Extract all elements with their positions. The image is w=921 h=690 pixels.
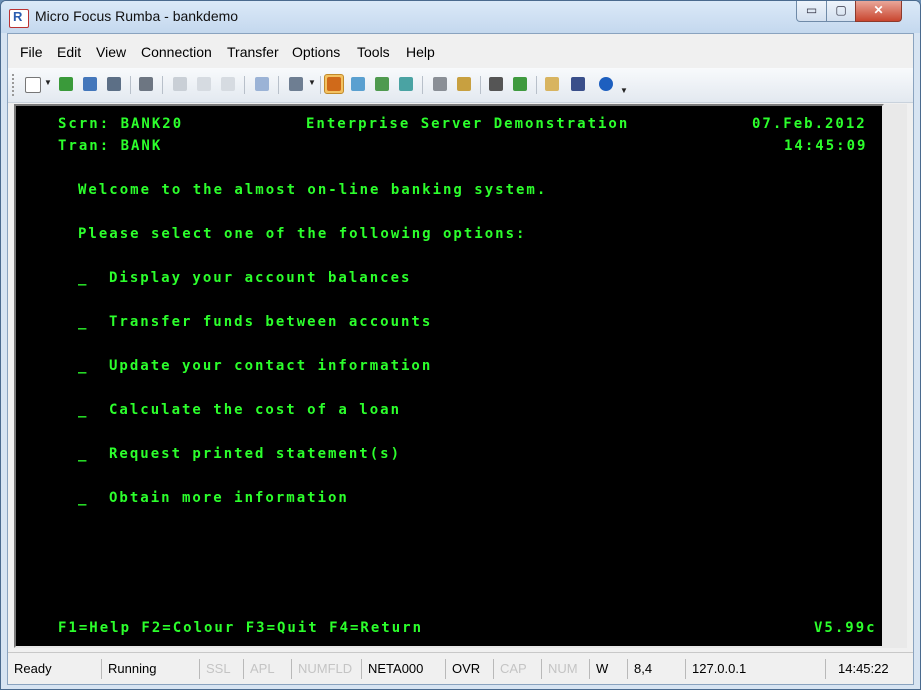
- screen-time: 14:45:09: [784, 138, 868, 154]
- option-label: Transfer funds between accounts: [109, 314, 433, 330]
- save-icon[interactable]: [104, 74, 124, 94]
- close-button[interactable]: ✕: [855, 1, 902, 22]
- print-icon[interactable]: [136, 74, 156, 94]
- status-cursor-position: 8,4: [628, 659, 686, 679]
- menu-transfer[interactable]: Transfer: [227, 44, 279, 60]
- toolbar-separator: [130, 76, 131, 94]
- option-label: Calculate the cost of a loan: [109, 402, 402, 418]
- window-title: Micro Focus Rumba - bankdemo: [35, 8, 239, 24]
- rumba-app-icon[interactable]: [9, 9, 29, 28]
- paste-icon[interactable]: [218, 74, 238, 94]
- edit-icon[interactable]: [542, 74, 562, 94]
- toolbar-separator: [422, 76, 423, 94]
- status-host: 127.0.0.1: [686, 659, 826, 679]
- welcome-text: Welcome to the almost on-line banking sy…: [78, 182, 548, 198]
- status-overtype: OVR: [446, 659, 494, 679]
- status-ssl: SSL: [200, 659, 244, 679]
- option-input-field[interactable]: _: [78, 269, 88, 287]
- status-numfld: NUMFLD: [292, 659, 362, 679]
- minimize-button[interactable]: ▭: [796, 1, 827, 22]
- toolbar-overflow-icon[interactable]: ▼: [620, 86, 628, 95]
- help-icon[interactable]: [596, 74, 616, 94]
- menu-file[interactable]: File: [20, 44, 43, 60]
- status-ready: Ready: [8, 659, 102, 679]
- status-caps: CAP: [494, 659, 542, 679]
- new-dropdown-icon[interactable]: ▼: [44, 78, 52, 87]
- status-running: Running: [102, 659, 200, 679]
- settings-icon[interactable]: [430, 74, 450, 94]
- option-label: Obtain more information: [109, 490, 349, 506]
- menu-options[interactable]: Options: [292, 44, 340, 60]
- app-window: Micro Focus Rumba - bankdemo ▭ ▢ ✕ File …: [0, 0, 921, 690]
- hotspots-icon[interactable]: [568, 74, 588, 94]
- option-input-field[interactable]: _: [78, 357, 88, 375]
- undo-icon[interactable]: [252, 74, 272, 94]
- copy-icon[interactable]: [194, 74, 214, 94]
- menu-tools[interactable]: Tools: [357, 44, 390, 60]
- receive-file-icon[interactable]: [372, 74, 392, 94]
- title-bar[interactable]: Micro Focus Rumba - bankdemo ▭ ▢ ✕: [1, 1, 920, 33]
- cut-icon[interactable]: [170, 74, 190, 94]
- layout-icon[interactable]: [286, 74, 306, 94]
- status-apl: APL: [244, 659, 292, 679]
- play-icon[interactable]: [510, 74, 530, 94]
- option-input-field[interactable]: _: [78, 445, 88, 463]
- toolbar-separator: [244, 76, 245, 94]
- client-area: File Edit View Connection Transfer Optio…: [7, 33, 914, 685]
- status-num: NUM: [542, 659, 590, 679]
- macro-icon[interactable]: [454, 74, 474, 94]
- toolbar-separator: [320, 76, 321, 94]
- option-input-field[interactable]: _: [78, 401, 88, 419]
- record-icon[interactable]: [486, 74, 506, 94]
- status-w: W: [590, 659, 628, 679]
- transaction-id: Tran: BANK: [58, 138, 163, 154]
- status-lu-name: NETA000: [362, 659, 446, 679]
- select-prompt: Please select one of the following optio…: [78, 226, 527, 242]
- toolbar-separator: [536, 76, 537, 94]
- screen-date: 07.Feb.2012: [752, 116, 867, 132]
- new-session-icon[interactable]: [22, 74, 42, 94]
- toolbar-separator: [162, 76, 163, 94]
- status-clock: 14:45:22: [838, 661, 889, 676]
- terminal-screen[interactable]: Scrn: BANK20 Enterprise Server Demonstra…: [14, 104, 884, 648]
- toolbar-grip[interactable]: [12, 74, 17, 96]
- toolbar: ▼ ▼ ▼: [8, 68, 913, 103]
- status-bar: Ready Running SSL APL NUMFLD NETA000 OVR…: [8, 652, 913, 683]
- toolbar-separator: [480, 76, 481, 94]
- open-icon[interactable]: [56, 74, 76, 94]
- menu-bar: File Edit View Connection Transfer Optio…: [8, 34, 913, 68]
- option-label: Display your account balances: [109, 270, 412, 286]
- maximize-button[interactable]: ▢: [826, 1, 856, 22]
- option-label: Update your contact information: [109, 358, 433, 374]
- option-input-field[interactable]: _: [78, 313, 88, 331]
- menu-edit[interactable]: Edit: [57, 44, 81, 60]
- send-file-icon[interactable]: [348, 74, 368, 94]
- function-key-legend: F1=Help F2=Colour F3=Quit F4=Return: [58, 620, 424, 636]
- toolbar-separator: [278, 76, 279, 94]
- layout-dropdown-icon[interactable]: ▼: [308, 78, 316, 87]
- transfer-icon[interactable]: [396, 74, 416, 94]
- vertical-scrollbar[interactable]: [884, 104, 907, 648]
- menu-help[interactable]: Help: [406, 44, 435, 60]
- menu-connection[interactable]: Connection: [141, 44, 212, 60]
- screen-id: Scrn: BANK20: [58, 116, 184, 132]
- screen-heading: Enterprise Server Demonstration: [306, 116, 630, 132]
- properties-icon[interactable]: [80, 74, 100, 94]
- version-label: V5.99c: [814, 620, 877, 636]
- option-input-field[interactable]: _: [78, 489, 88, 507]
- menu-view[interactable]: View: [96, 44, 126, 60]
- option-label: Request printed statement(s): [109, 446, 402, 462]
- connect-icon[interactable]: [324, 74, 344, 94]
